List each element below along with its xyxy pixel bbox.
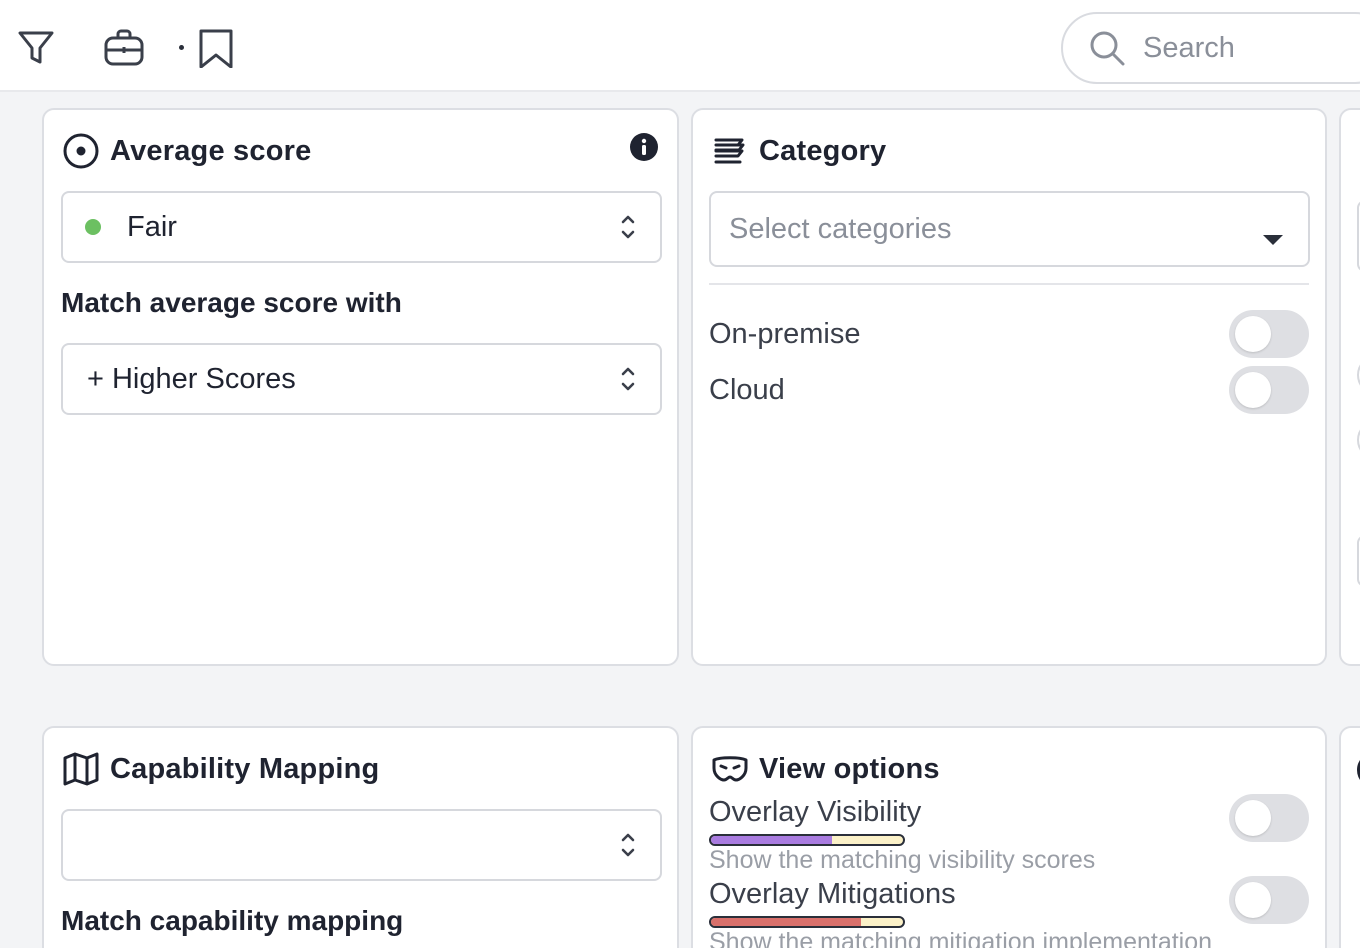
category-placeholder: Select categories [729,212,952,245]
mask-icon [711,750,749,788]
toggle-row-on-premise: On-premise [709,310,1309,358]
status-dot [85,219,101,235]
category-title: Category [711,132,886,170]
match-average-score-label: Match average score with [61,287,402,318]
briefcase-icon[interactable] [104,28,144,68]
capability-mapping-select[interactable] [61,809,662,881]
target-icon [62,132,100,170]
average-score-select[interactable]: Fair [61,191,662,263]
mitigations-bar-fill [711,918,861,926]
caret-down-icon [1262,222,1284,245]
capability-mapping-card: Capability Mapping Match capability mapp… [42,726,679,948]
chevron-up-down-icon [618,212,638,242]
view-options-card: View options Overlay Visibility Show the… [691,726,1327,948]
partial-card-right-bottom [1339,726,1360,948]
average-score-card: Average score Fair Match average score w… [42,108,679,666]
filter-icon[interactable] [16,28,56,68]
chevron-up-down-icon [618,830,638,860]
bookmark-icon[interactable] [196,28,236,68]
partial-card-right-top [1339,108,1360,666]
on-premise-toggle[interactable] [1229,310,1309,358]
average-score-title: Average score [62,132,311,170]
separator-dot [179,45,184,50]
search-input[interactable] [1143,31,1343,65]
cloud-label: Cloud [709,373,785,406]
divider [709,283,1309,285]
overlay-mitigations-title: Overlay Mitigations [709,878,956,910]
overlay-visibility-toggle[interactable] [1229,794,1309,842]
capability-mapping-title: Capability Mapping [62,750,379,788]
search-icon [1090,31,1125,66]
overlay-visibility-subtitle: Show the matching visibility scores [709,846,1096,874]
on-premise-label: On-premise [709,317,861,350]
search-box[interactable] [1061,12,1360,84]
visibility-progress-bar [709,834,905,846]
info-icon[interactable] [629,132,659,162]
overlay-mitigations-subtitle: Show the matching mitigation implementat… [709,928,1213,948]
match-average-score-value: + Higher Scores [87,362,296,395]
average-score-value: Fair [127,210,177,243]
map-icon [62,750,100,788]
view-options-title: View options [711,750,940,788]
mitigations-progress-bar [709,916,905,928]
match-average-score-select[interactable]: + Higher Scores [61,343,662,415]
top-toolbar [0,0,1360,92]
chevron-up-down-icon [618,364,638,394]
visibility-bar-fill [711,836,832,844]
category-select[interactable]: Select categories [709,191,1310,267]
match-capability-mapping-label: Match capability mapping [61,905,404,936]
overlay-mitigations-toggle[interactable] [1229,876,1309,924]
overlay-visibility-title: Overlay Visibility [709,796,922,828]
cloud-toggle[interactable] [1229,366,1309,414]
toggle-row-cloud: Cloud [709,366,1309,414]
category-card: Category Select categories On-premise Cl… [691,108,1327,666]
layers-icon [711,132,749,170]
